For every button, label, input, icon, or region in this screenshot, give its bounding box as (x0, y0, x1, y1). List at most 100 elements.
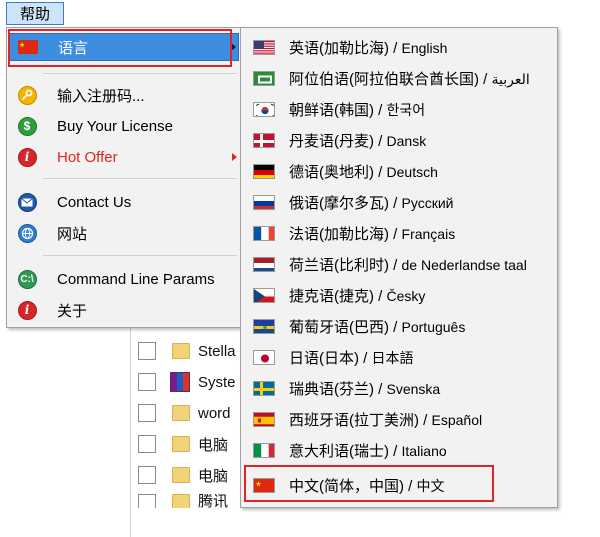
language-item-japanese[interactable]: 日语(日本) / 日本語 (243, 342, 555, 373)
language-item-label: 西班牙语(拉丁美洲) / Español (289, 409, 482, 430)
language-item-label: 朝鲜语(韩国) / 한국어 (289, 99, 425, 120)
folder-icon (172, 494, 190, 508)
dollar-icon: $ (17, 116, 37, 136)
checkbox[interactable] (138, 466, 156, 484)
denmark-flag-icon (253, 133, 275, 148)
list-item-label: word (198, 405, 231, 422)
language-item-italian[interactable]: 意大利语(瑞士) / Italiano (243, 435, 555, 466)
info-icon: i (17, 300, 37, 320)
language-item-czech[interactable]: 捷克语(捷克) / Česky (243, 280, 555, 311)
menu-item-hot-offer[interactable]: i Hot Offer (9, 143, 239, 171)
netherlands-flag-icon (253, 257, 275, 272)
language-item-label: 中文(简体，中国) / 中文 (289, 475, 445, 496)
help-dropdown-menu: 语言 输入注册码... $ Buy Your License i Hot Off… (6, 27, 244, 328)
china-flag-icon (18, 37, 38, 57)
russia-flag-icon (253, 195, 275, 210)
language-item-swedish[interactable]: 瑞典语(芬兰) / Svenska (243, 373, 555, 404)
us-flag-icon (253, 40, 275, 55)
menu-item-label: Command Line Params (57, 271, 215, 288)
list-item-label: Syste (198, 374, 236, 391)
language-item-spanish[interactable]: 西班牙语(拉丁美洲) / Español (243, 404, 555, 435)
list-item[interactable]: Syste (138, 370, 236, 394)
sweden-flag-icon (253, 381, 275, 396)
menu-item-label: Hot Offer (57, 149, 118, 166)
list-item[interactable]: word (138, 401, 231, 425)
winrar-icon (170, 372, 190, 392)
list-item[interactable]: Stella (138, 339, 236, 363)
info-icon: i (17, 147, 37, 167)
language-item-russian[interactable]: 俄语(摩尔多瓦) / Русский (243, 187, 555, 218)
language-item-label: 英语(加勒比海) / English (289, 37, 447, 58)
submenu-arrow-icon (231, 43, 236, 51)
list-item-label: 电脑 (198, 465, 228, 486)
language-item-label: 荷兰语(比利时) / de Nederlandse taal (289, 254, 527, 275)
japan-flag-icon (253, 350, 275, 365)
list-item-label: Stella (198, 343, 236, 360)
menu-separator (43, 73, 237, 74)
submenu-arrow-icon (232, 153, 237, 161)
menu-item-contact-us[interactable]: Contact Us (9, 188, 239, 216)
language-item-arabic[interactable]: 阿位伯语(阿拉伯联合酋长国) / العربية (243, 63, 555, 94)
menu-item-language[interactable]: 语言 (9, 33, 239, 61)
checkbox[interactable] (138, 373, 156, 391)
menu-item-enter-registration-code[interactable]: 输入注册码... (9, 81, 239, 109)
envelope-icon (17, 192, 37, 212)
menu-item-label: 语言 (58, 37, 88, 58)
language-item-label: 法语(加勒比海) / Français (289, 223, 455, 244)
language-item-label: 丹麦语(丹麦) / Dansk (289, 130, 426, 151)
language-item-portuguese[interactable]: 葡萄牙语(巴西) / Português (243, 311, 555, 342)
language-item-dutch[interactable]: 荷兰语(比利时) / de Nederlandse taal (243, 249, 555, 280)
menu-separator (43, 178, 237, 179)
key-icon (17, 85, 37, 105)
language-item-label: 捷克语(捷克) / Česky (289, 285, 425, 306)
checkbox[interactable] (138, 342, 156, 360)
uae-flag-icon (253, 71, 275, 86)
italy-flag-icon (253, 443, 275, 458)
checkbox[interactable] (138, 435, 156, 453)
list-item-label: 电脑 (198, 434, 228, 455)
list-item-label: 腾讯 (198, 494, 228, 508)
list-item[interactable]: 腾讯 (138, 494, 228, 508)
menu-item-buy-license[interactable]: $ Buy Your License (9, 112, 239, 140)
language-item-label: 日语(日本) / 日本語 (289, 347, 414, 368)
language-item-label: 俄语(摩尔多瓦) / Русский (289, 192, 453, 213)
language-item-korean[interactable]: 朝鲜语(韩国) / 한국어 (243, 94, 555, 125)
folder-icon (172, 467, 190, 483)
spain-flag-icon (253, 412, 275, 427)
menu-item-label: Buy Your License (57, 118, 173, 135)
menu-help[interactable]: 帮助 (6, 2, 64, 25)
brazil-flag-icon (253, 319, 275, 334)
checkbox[interactable] (138, 404, 156, 422)
language-item-label: 葡萄牙语(巴西) / Português (289, 316, 465, 337)
menu-bar: 帮助 (0, 0, 600, 27)
command-line-icon: C:\ (17, 269, 37, 289)
china-flag-icon (253, 478, 275, 493)
czech-flag-icon (253, 288, 275, 303)
language-item-french[interactable]: 法语(加勒比海) / Français (243, 218, 555, 249)
menu-item-label: 关于 (57, 300, 87, 321)
menu-separator (43, 255, 237, 256)
globe-icon (17, 223, 37, 243)
language-item-english[interactable]: 英语(加勒比海) / English (243, 32, 555, 63)
list-item[interactable]: 电脑 (138, 432, 228, 456)
language-item-chinese-simplified[interactable]: 中文(简体，中国) / 中文 (243, 470, 555, 501)
menu-item-about[interactable]: i 关于 (9, 296, 239, 324)
germany-flag-icon (253, 164, 275, 179)
menu-item-website[interactable]: 网站 (9, 219, 239, 247)
language-item-german[interactable]: 德语(奥地利) / Deutsch (243, 156, 555, 187)
menu-help-label: 帮助 (20, 3, 50, 24)
menu-item-command-line-params[interactable]: C:\ Command Line Params (9, 265, 239, 293)
menu-item-label: 输入注册码... (57, 85, 145, 106)
checkbox[interactable] (138, 494, 156, 508)
menu-item-label: 网站 (57, 223, 87, 244)
list-item[interactable]: 电脑 (138, 463, 228, 487)
folder-icon (172, 436, 190, 452)
language-item-label: 阿位伯语(阿拉伯联合酋长国) / العربية (289, 68, 530, 89)
korea-flag-icon (253, 102, 275, 117)
language-item-danish[interactable]: 丹麦语(丹麦) / Dansk (243, 125, 555, 156)
panel-divider (130, 327, 131, 537)
france-flag-icon (253, 226, 275, 241)
language-item-label: 德语(奥地利) / Deutsch (289, 161, 438, 182)
language-item-label: 瑞典语(芬兰) / Svenska (289, 378, 440, 399)
language-item-label: 意大利语(瑞士) / Italiano (289, 440, 447, 461)
